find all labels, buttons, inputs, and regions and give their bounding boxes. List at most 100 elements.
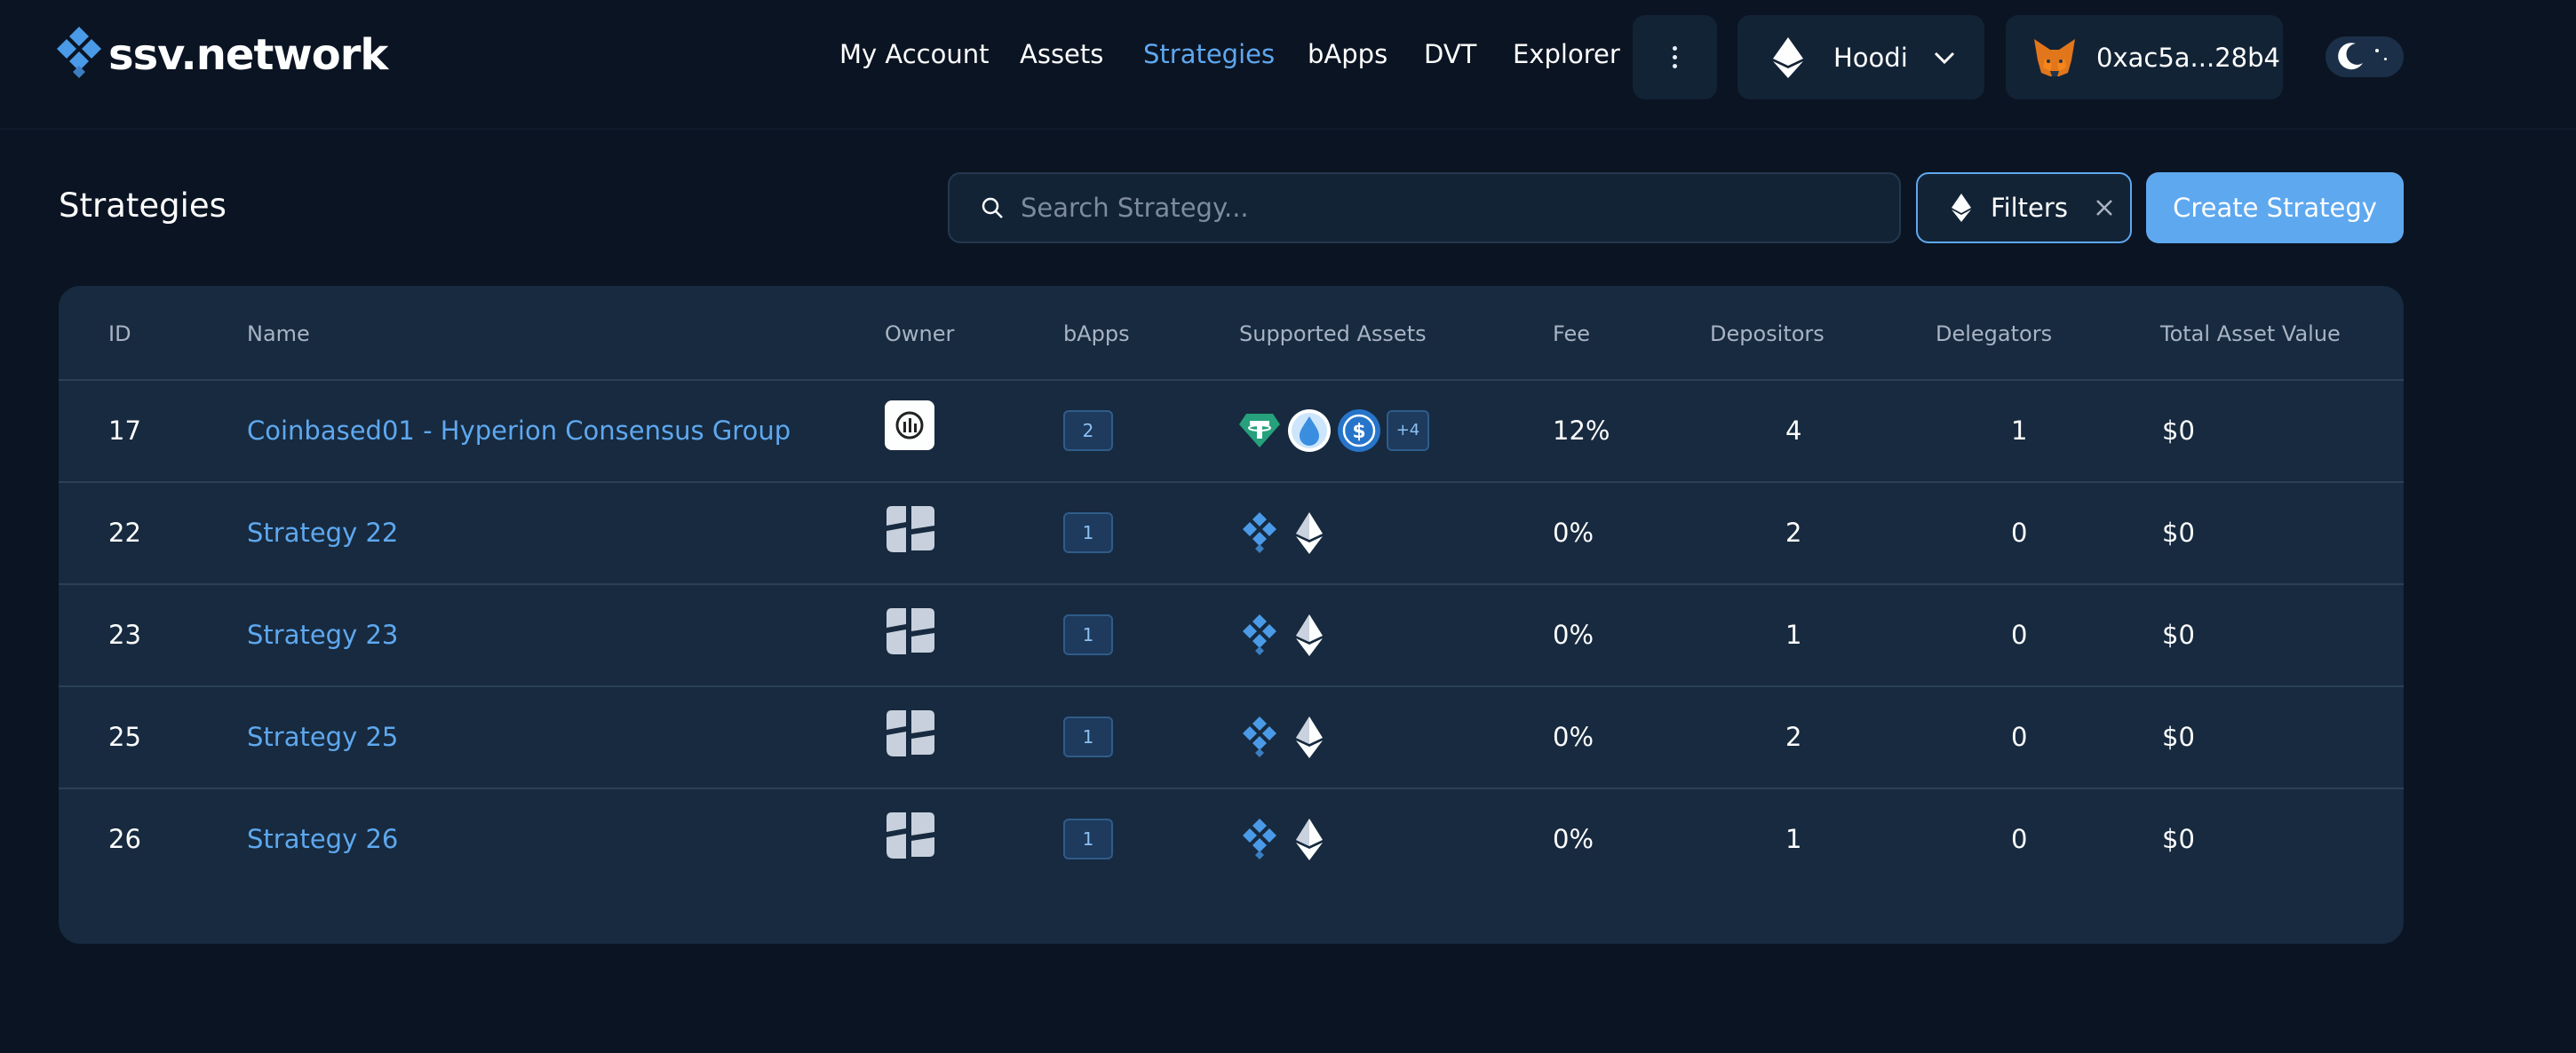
create-strategy-button[interactable]: Create Strategy (2146, 172, 2404, 243)
eth-icon (1287, 511, 1332, 555)
metamask-fox-icon (2034, 38, 2075, 76)
more-assets-badge[interactable]: +4 (1387, 409, 1429, 451)
lido-drop-icon (1287, 408, 1332, 453)
nav-explorer[interactable]: Explorer (1513, 39, 1620, 69)
row-divider (59, 481, 2404, 483)
delegators-count: 0 (2011, 823, 2028, 854)
eth-icon (1952, 194, 1971, 222)
depositors-count: 1 (1785, 823, 1802, 854)
filters-button[interactable]: Filters (1916, 172, 2132, 243)
column-header-fee[interactable]: Fee (1553, 321, 1590, 346)
row-divider (59, 583, 2404, 585)
fee-value: 12% (1553, 415, 1610, 446)
column-header-total-asset-value[interactable]: Total Asset Value (2160, 321, 2341, 346)
ssv-logo-icon (57, 27, 101, 78)
nav-strategies[interactable]: Strategies (1143, 39, 1275, 69)
column-header-supported-assets[interactable]: Supported Assets (1239, 321, 1427, 346)
bapps-count-badge[interactable]: 1 (1063, 511, 1113, 553)
ssv-icon (1237, 715, 1282, 759)
default-avatar-icon[interactable] (885, 707, 934, 756)
ssv-icon (1237, 817, 1282, 861)
top-header: ssv.network My Account Assets Strategies… (0, 0, 2576, 130)
eth-icon (1287, 613, 1332, 657)
strategies-table (59, 286, 2404, 944)
column-header-name[interactable]: Name (247, 321, 310, 346)
bapps-count-badge[interactable]: 1 (1063, 818, 1113, 859)
svg-text:$: $ (1352, 421, 1365, 443)
delegators-count: 1 (2011, 415, 2028, 446)
strategy-name-link[interactable]: Coinbased01 - Hyperion Consensus Group (247, 416, 791, 446)
nav-dvt[interactable]: DVT (1424, 39, 1476, 69)
eth-icon (1773, 36, 1803, 78)
bapps-count-badge[interactable]: 1 (1063, 716, 1113, 757)
search-box[interactable] (948, 172, 1901, 243)
tether-icon (1237, 408, 1282, 453)
depositors-count: 2 (1785, 721, 1802, 752)
filters-label: Filters (1991, 193, 2068, 223)
total-asset-value: $0 (2162, 619, 2195, 650)
nav-assets[interactable]: Assets (1020, 39, 1103, 69)
column-header-delegators[interactable]: Delegators (1936, 321, 2052, 346)
depositors-count: 1 (1785, 619, 1802, 650)
more-dots-icon (1673, 46, 1677, 68)
row-divider (59, 379, 2404, 381)
search-input[interactable] (1021, 193, 1820, 223)
bapps-count-badge[interactable]: 1 (1063, 614, 1113, 655)
delegators-count: 0 (2011, 619, 2028, 650)
nav-bapps[interactable]: bApps (1308, 39, 1387, 69)
row-id: 17 (108, 415, 141, 446)
row-divider (59, 685, 2404, 687)
total-asset-value: $0 (2162, 415, 2195, 446)
total-asset-value: $0 (2162, 517, 2195, 548)
delegators-count: 0 (2011, 721, 2028, 752)
chevron-down-icon (1934, 51, 1954, 64)
column-header-bapps[interactable]: bApps (1063, 321, 1130, 346)
column-header-owner[interactable]: Owner (885, 321, 954, 346)
strategy-name-link[interactable]: Strategy 25 (247, 722, 398, 752)
strategy-name-link[interactable]: Strategy 23 (247, 620, 398, 650)
wallet-address: 0xac5a...28b4 (2096, 42, 2280, 73)
depositors-count: 2 (1785, 517, 1802, 548)
fee-value: 0% (1553, 721, 1594, 752)
total-asset-value: $0 (2162, 721, 2195, 752)
row-id: 25 (108, 721, 141, 752)
nav-my-account[interactable]: My Account (839, 39, 990, 69)
total-asset-value: $0 (2162, 823, 2195, 854)
star-icon (2384, 58, 2387, 60)
row-id: 22 (108, 517, 141, 548)
network-selector[interactable]: Hoodi (1737, 15, 1984, 99)
wallet-button[interactable]: 0xac5a...28b4 (2006, 15, 2283, 99)
row-id: 23 (108, 619, 141, 650)
depositors-count: 4 (1785, 415, 1802, 446)
theme-toggle[interactable] (2326, 36, 2404, 77)
default-avatar-icon[interactable] (885, 503, 934, 552)
strategy-name-link[interactable]: Strategy 26 (247, 824, 398, 854)
fee-value: 0% (1553, 517, 1594, 548)
eth-icon (1287, 715, 1332, 759)
network-label: Hoodi (1833, 42, 1908, 73)
delegators-count: 0 (2011, 517, 2028, 548)
star-icon (2375, 49, 2379, 52)
fee-value: 0% (1553, 619, 1594, 650)
page-title: Strategies (59, 186, 227, 225)
hyperion-avatar-icon[interactable] (885, 400, 934, 450)
more-menu-button[interactable] (1633, 15, 1717, 99)
fee-value: 0% (1553, 823, 1594, 854)
strategy-name-link[interactable]: Strategy 22 (247, 518, 398, 548)
column-header-depositors[interactable]: Depositors (1710, 321, 1825, 346)
column-header-id[interactable]: ID (108, 321, 131, 346)
row-divider (59, 788, 2404, 789)
usdc-icon: $ (1337, 408, 1381, 453)
ssv-icon (1237, 613, 1282, 657)
default-avatar-icon[interactable] (885, 809, 934, 859)
logo-text: ssv.network (108, 30, 388, 80)
default-avatar-icon[interactable] (885, 605, 934, 654)
search-icon (982, 197, 1003, 218)
close-icon[interactable] (2095, 198, 2114, 218)
bapps-count-badge[interactable]: 2 (1063, 409, 1113, 451)
eth-icon (1287, 817, 1332, 861)
moon-icon (2338, 43, 2363, 70)
ssv-logo[interactable]: ssv.network (57, 27, 388, 83)
row-id: 26 (108, 823, 141, 854)
ssv-icon (1237, 511, 1282, 555)
